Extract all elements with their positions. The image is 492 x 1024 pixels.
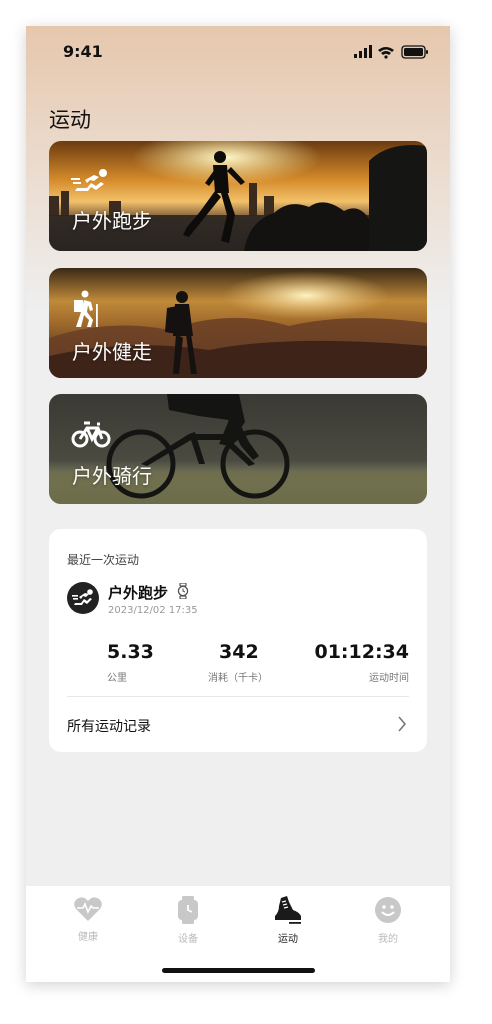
running-icon bbox=[71, 169, 107, 191]
watch-icon bbox=[178, 896, 198, 924]
running-icon bbox=[72, 589, 93, 605]
stat-calories-label: 消耗（千卡） bbox=[208, 673, 268, 684]
status-icons bbox=[354, 44, 430, 63]
phone-screen: 9:41 运动 户外跑步 户外健走 户外骑行 最近一次运动 户外跑步 2023/… bbox=[26, 26, 450, 982]
tab-label-health: 健康 bbox=[78, 932, 98, 943]
signal-wifi-battery-icon bbox=[354, 45, 428, 59]
page-title: 运动 bbox=[49, 108, 91, 132]
card-label-hiking: 户外健走 bbox=[72, 340, 152, 364]
recent-activity-card: 最近一次运动 户外跑步 2023/12/02 17:35 5.33 公里 342… bbox=[49, 529, 427, 752]
shoe-icon bbox=[275, 896, 301, 924]
all-records-link[interactable]: 所有运动记录 bbox=[67, 716, 151, 736]
stat-duration-value: 01:12:34 bbox=[314, 641, 409, 663]
card-outdoor-cycling[interactable]: 户外骑行 bbox=[49, 394, 427, 504]
tab-device[interactable]: 设备 bbox=[158, 896, 218, 945]
stat-calories-value: 342 bbox=[219, 641, 259, 663]
hiking-icon bbox=[74, 290, 98, 327]
status-bar: 9:41 bbox=[26, 26, 450, 78]
tab-health[interactable]: 健康 bbox=[58, 896, 118, 943]
heart-icon bbox=[74, 897, 102, 921]
tab-bar: 健康 设备 运动 我的 bbox=[26, 886, 450, 982]
tab-label-device: 设备 bbox=[178, 934, 198, 945]
stat-distance-label: 公里 bbox=[107, 673, 127, 684]
chevron-right-icon[interactable] bbox=[397, 715, 407, 733]
card-outdoor-running[interactable]: 户外跑步 bbox=[49, 141, 427, 251]
home-indicator bbox=[162, 968, 315, 973]
stat-distance-value: 5.33 bbox=[107, 641, 154, 663]
tab-label-me: 我的 bbox=[378, 934, 398, 945]
recent-activity-date: 2023/12/02 17:35 bbox=[108, 605, 198, 616]
card-label-cycling: 户外骑行 bbox=[72, 464, 152, 488]
divider bbox=[67, 696, 409, 697]
bicycle-icon bbox=[71, 421, 111, 448]
tab-sport[interactable]: 运动 bbox=[258, 896, 318, 945]
card-label-running: 户外跑步 bbox=[72, 209, 152, 233]
smiley-icon bbox=[375, 897, 401, 923]
stat-duration-label: 运动时间 bbox=[369, 673, 409, 684]
card-outdoor-hiking[interactable]: 户外健走 bbox=[49, 268, 427, 378]
recent-activity-avatar bbox=[67, 582, 99, 614]
tab-label-sport: 运动 bbox=[278, 934, 298, 945]
recent-title: 最近一次运动 bbox=[67, 553, 140, 567]
watch-icon bbox=[177, 583, 189, 599]
running-photo bbox=[49, 141, 427, 251]
recent-activity-name: 户外跑步 bbox=[108, 584, 169, 602]
status-time: 9:41 bbox=[63, 42, 103, 61]
tab-me[interactable]: 我的 bbox=[358, 896, 418, 945]
